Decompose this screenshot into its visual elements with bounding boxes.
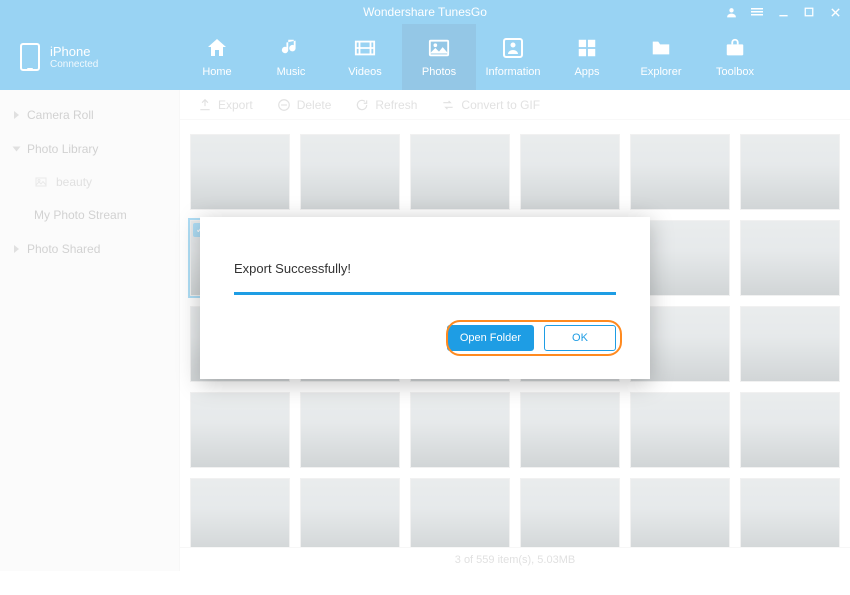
modal-overlay: Export Successfully! Open Folder OK bbox=[0, 0, 850, 595]
progress-bar bbox=[234, 292, 616, 295]
ok-button[interactable]: OK bbox=[544, 325, 616, 351]
dialog-message: Export Successfully! bbox=[234, 261, 616, 276]
open-folder-button[interactable]: Open Folder bbox=[447, 325, 534, 351]
dialog-buttons: Open Folder OK bbox=[234, 325, 616, 351]
export-dialog: Export Successfully! Open Folder OK bbox=[200, 217, 650, 379]
